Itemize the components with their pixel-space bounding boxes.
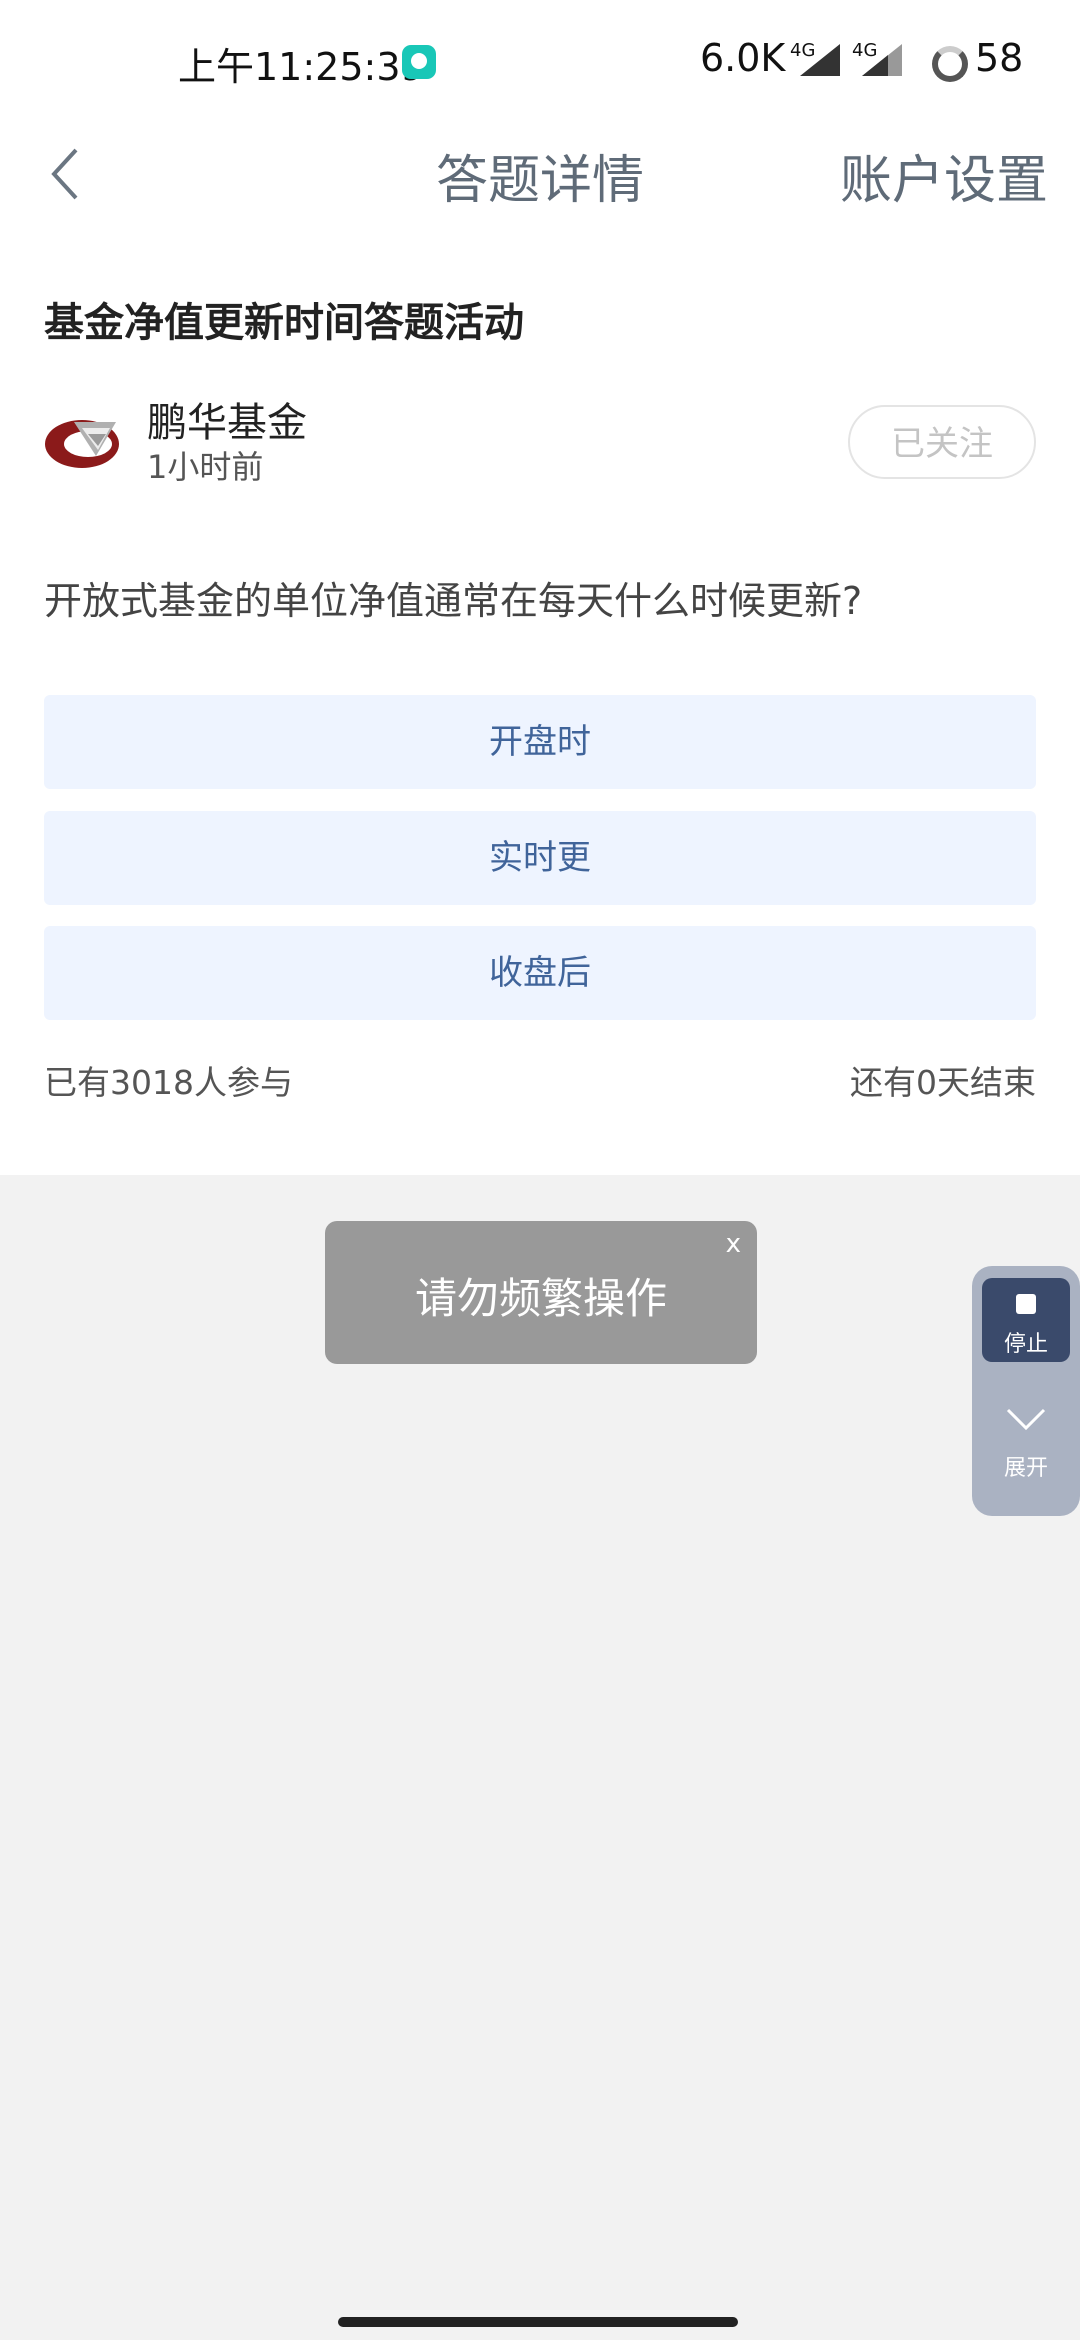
- app-notification-icon: [402, 45, 436, 79]
- chevron-down-icon[interactable]: [1004, 1406, 1048, 1432]
- toast-message: 请勿频繁操作 x: [325, 1221, 757, 1364]
- activity-title: 基金净值更新时间答题活动: [44, 300, 524, 346]
- home-indicator[interactable]: [338, 2317, 738, 2327]
- status-time: 上午11:25:39: [178, 45, 425, 89]
- floating-control-panel: 停止 展开: [972, 1266, 1080, 1516]
- question-text: 开放式基金的单位净值通常在每天什么时候更新?: [44, 579, 863, 623]
- answer-option-2[interactable]: 实时更: [44, 811, 1036, 905]
- publisher-name[interactable]: 鹏华基金: [147, 390, 307, 448]
- stop-icon: [1016, 1294, 1036, 1314]
- account-settings-button[interactable]: 账户设置: [840, 138, 1048, 213]
- days-remaining: 还有0天结束: [850, 1063, 1036, 1102]
- participant-count: 已有3018人参与: [44, 1063, 293, 1102]
- publish-time: 1小时前: [147, 448, 264, 486]
- activity-card: 基金净值更新时间答题活动 鹏华基金 1小时前 已关注 开放式基金的单位净值通常在…: [0, 230, 1080, 1175]
- signal-icon-2: [862, 44, 902, 76]
- answer-option-3[interactable]: 收盘后: [44, 926, 1036, 1020]
- follow-button[interactable]: 已关注: [848, 405, 1036, 479]
- top-navigation-bar: 答题详情 账户设置: [0, 120, 1080, 230]
- toast-close-button[interactable]: x: [726, 1229, 741, 1259]
- network-speed: 6.0K: [700, 36, 786, 80]
- status-bar: 上午11:25:39 6.0K 4G 4G 58: [0, 0, 1080, 120]
- expand-button[interactable]: 展开: [972, 1450, 1080, 1482]
- stop-button[interactable]: 停止: [982, 1278, 1070, 1362]
- toast-text: 请勿频繁操作: [414, 1274, 667, 1323]
- stop-label: 停止: [1003, 1332, 1048, 1357]
- battery-level: 58: [975, 36, 1024, 80]
- battery-ring-icon: [932, 46, 968, 82]
- penghua-fund-logo-icon[interactable]: [44, 408, 124, 472]
- answer-option-1[interactable]: 开盘时: [44, 695, 1036, 789]
- signal-icon: [800, 44, 840, 76]
